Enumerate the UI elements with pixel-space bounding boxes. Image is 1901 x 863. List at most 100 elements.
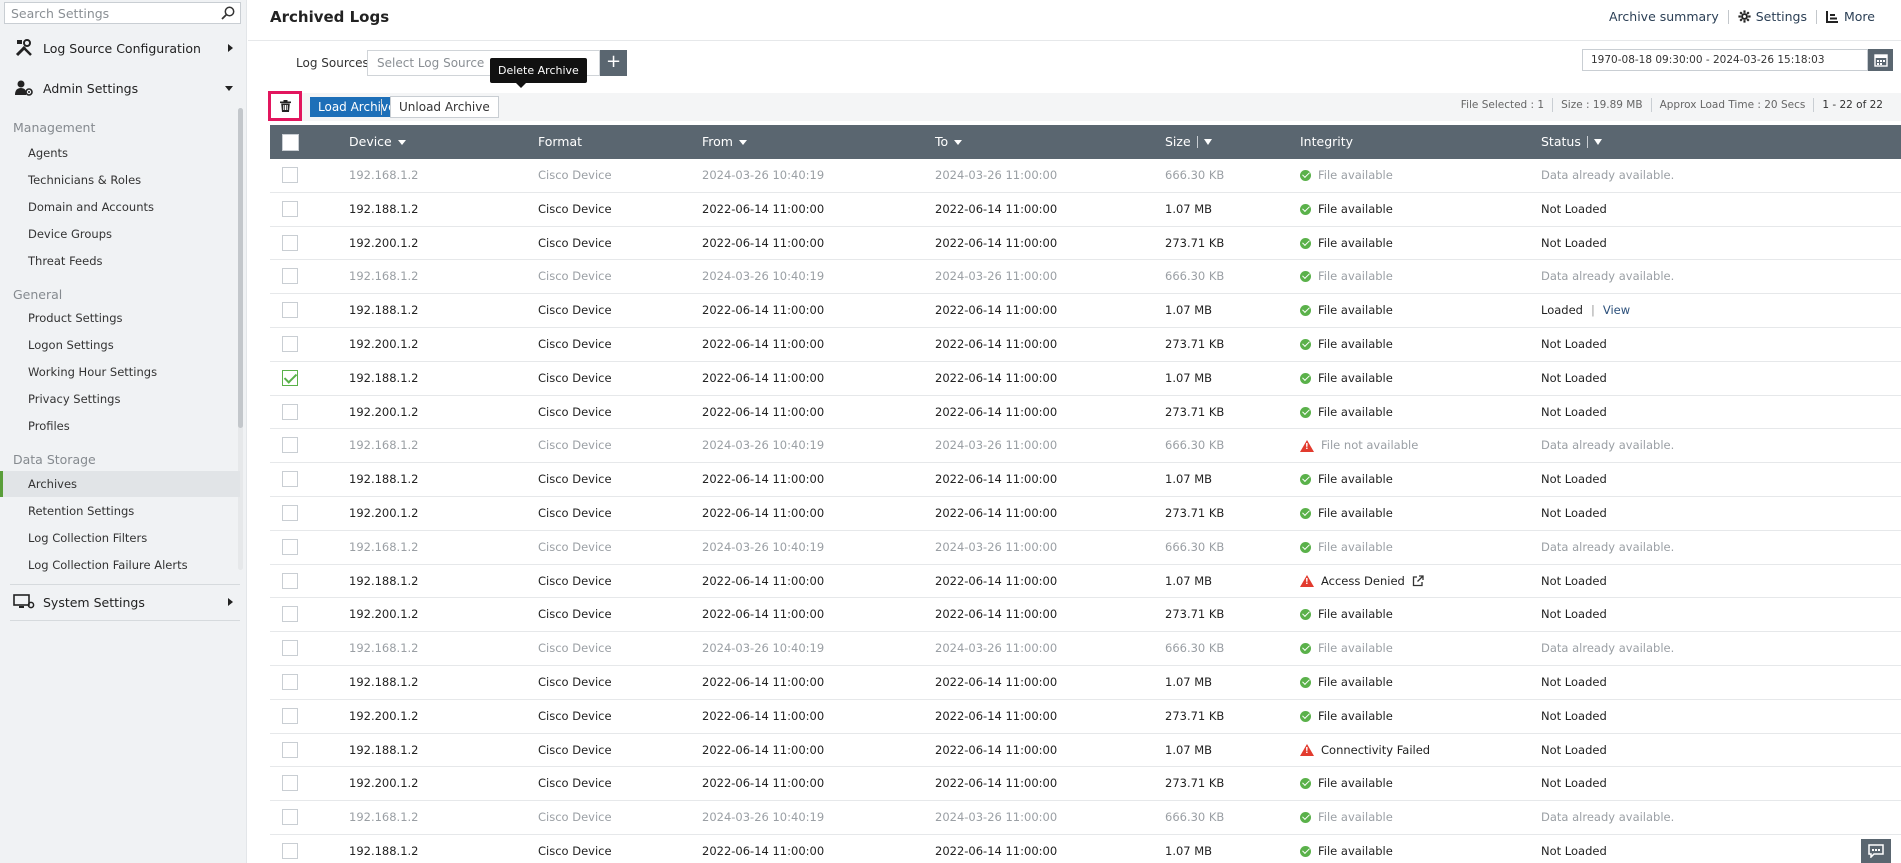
cell-format: Cisco Device bbox=[538, 438, 612, 453]
sidebar-item-log-collection-filters[interactable]: Log Collection Filters bbox=[0, 525, 240, 551]
table-row[interactable]: 192.188.1.2 Cisco Device 2022-06-14 11:00:… bbox=[270, 362, 1901, 396]
row-checkbox[interactable] bbox=[282, 842, 298, 859]
row-checkbox[interactable] bbox=[282, 538, 298, 555]
check-circle-icon bbox=[1300, 778, 1311, 790]
row-checkbox[interactable] bbox=[282, 673, 298, 690]
sidebar-item-working-hour-settings[interactable]: Working Hour Settings bbox=[0, 359, 240, 385]
table-row[interactable]: 192.200.1.2 Cisco Device 2022-06-14 11:00:… bbox=[270, 767, 1901, 802]
table-row[interactable]: 192.200.1.2 Cisco Device 2022-06-14 11:00:… bbox=[270, 227, 1901, 261]
row-checkbox[interactable] bbox=[282, 437, 298, 454]
sidebar-item-technicians-roles[interactable]: Technicians & Roles bbox=[0, 167, 240, 193]
sidebar-item-archives[interactable]: Archives bbox=[0, 471, 240, 497]
delete-archive-button[interactable] bbox=[268, 91, 302, 121]
system-settings-menu[interactable]: System Settings bbox=[0, 587, 247, 617]
table-row[interactable]: 192.188.1.2 Cisco Device 2022-06-14 11:00:… bbox=[270, 294, 1901, 328]
column-header-size[interactable]: Size bbox=[1165, 125, 1212, 159]
table-row[interactable]: 192.188.1.2 Cisco Device 2022-06-14 11:00:… bbox=[270, 835, 1901, 863]
more-menu[interactable]: More bbox=[1826, 9, 1875, 24]
row-checkbox[interactable] bbox=[282, 606, 298, 623]
cell-status: Data already available. bbox=[1541, 159, 1674, 192]
filter-icon[interactable] bbox=[1593, 139, 1602, 145]
sidebar-item-agents[interactable]: Agents bbox=[0, 140, 240, 166]
table-row[interactable]: 192.168.1.2 Cisco Device 2024-03-26 10:40:… bbox=[270, 260, 1901, 295]
table-row[interactable]: 192.188.1.2 Cisco Device 2022-06-14 11:00:… bbox=[270, 734, 1901, 768]
table-row[interactable]: 192.200.1.2 Cisco Device 2022-06-14 11:00:… bbox=[270, 497, 1901, 531]
archive-summary-link[interactable]: Archive summary bbox=[1609, 9, 1719, 24]
table-row[interactable]: 192.188.1.2 Cisco Device 2022-06-14 11:00:… bbox=[270, 565, 1901, 599]
add-log-source-button[interactable]: + bbox=[600, 50, 627, 76]
cell-status: Data already available. bbox=[1541, 801, 1674, 834]
row-checkbox[interactable] bbox=[282, 403, 298, 420]
row-checkbox[interactable] bbox=[282, 234, 298, 251]
external-link-icon[interactable] bbox=[1412, 575, 1424, 587]
cell-status: Not Loaded bbox=[1541, 767, 1607, 800]
sidebar-item-domain-accounts[interactable]: Domain and Accounts bbox=[0, 194, 240, 220]
cell-format: Cisco Device bbox=[538, 505, 612, 520]
sidebar-item-profiles[interactable]: Profiles bbox=[0, 413, 240, 439]
table-row[interactable]: 192.200.1.2 Cisco Device 2022-06-14 11:00:… bbox=[270, 328, 1901, 362]
cell-integrity: File available bbox=[1300, 328, 1393, 361]
status-text: Not Loaded bbox=[1541, 843, 1607, 858]
table-row[interactable]: 192.168.1.2 Cisco Device 2024-03-26 10:40:… bbox=[270, 429, 1901, 464]
column-header-status[interactable]: Status bbox=[1541, 125, 1602, 159]
row-checkbox[interactable] bbox=[282, 640, 298, 657]
sidebar-item-privacy-settings[interactable]: Privacy Settings bbox=[0, 386, 240, 412]
row-checkbox[interactable] bbox=[282, 471, 298, 488]
table-row[interactable]: 192.200.1.2 Cisco Device 2022-06-14 11:00:… bbox=[270, 598, 1901, 633]
sidebar-item-product-settings[interactable]: Product Settings bbox=[0, 305, 240, 331]
row-checkbox[interactable] bbox=[282, 200, 298, 217]
sidebar-item-device-groups[interactable]: Device Groups bbox=[0, 221, 240, 247]
settings-search-input[interactable] bbox=[5, 3, 215, 23]
table-row[interactable]: 192.200.1.2 Cisco Device 2022-06-14 11:00:… bbox=[270, 700, 1901, 734]
row-checkbox[interactable] bbox=[282, 302, 298, 319]
cell-device: 192.188.1.2 bbox=[349, 674, 419, 689]
row-checkbox[interactable] bbox=[282, 572, 298, 589]
settings-link[interactable]: Settings bbox=[1738, 9, 1807, 24]
table-row[interactable]: 192.168.1.2 Cisco Device 2024-03-26 10:40:… bbox=[270, 801, 1901, 835]
row-checkbox[interactable] bbox=[282, 504, 298, 521]
column-header-from[interactable]: From bbox=[702, 125, 747, 159]
row-checkbox[interactable] bbox=[282, 369, 298, 386]
column-to-label: To bbox=[935, 134, 949, 149]
search-icon[interactable] bbox=[220, 5, 236, 21]
cell-from: 2022-06-14 11:00:00 bbox=[702, 235, 825, 250]
cell-status: Not Loaded bbox=[1541, 734, 1607, 767]
table-row[interactable]: 192.188.1.2 Cisco Device 2022-06-14 11:00:… bbox=[270, 463, 1901, 497]
cell-format: Cisco Device bbox=[538, 843, 612, 858]
sidebar-item-log-collection-failure-alerts[interactable]: Log Collection Failure Alerts bbox=[0, 552, 240, 578]
filter-icon[interactable] bbox=[1203, 139, 1212, 145]
column-header-device[interactable]: Device bbox=[349, 125, 406, 159]
unload-archive-button[interactable]: Unload Archive bbox=[390, 96, 499, 118]
chat-button[interactable] bbox=[1861, 839, 1891, 863]
cell-device: 192.188.1.2 bbox=[349, 201, 419, 216]
sidebar-item-threat-feeds[interactable]: Threat Feeds bbox=[0, 248, 240, 274]
row-checkbox[interactable] bbox=[282, 167, 298, 183]
table-row[interactable]: 192.168.1.2 Cisco Device 2024-03-26 10:40:… bbox=[270, 159, 1901, 193]
row-checkbox[interactable] bbox=[282, 741, 298, 758]
row-checkbox[interactable] bbox=[282, 707, 298, 724]
table-row[interactable]: 192.188.1.2 Cisco Device 2022-06-14 11:00:… bbox=[270, 193, 1901, 227]
cell-to: 2022-06-14 11:00:00 bbox=[935, 336, 1058, 351]
row-checkbox[interactable] bbox=[282, 775, 298, 792]
log-source-configuration-menu[interactable]: Log Source Configuration bbox=[0, 33, 247, 63]
table-row[interactable]: 192.168.1.2 Cisco Device 2024-03-26 10:40:… bbox=[270, 632, 1901, 666]
sidebar-item-logon-settings[interactable]: Logon Settings bbox=[0, 332, 240, 358]
column-header-to[interactable]: To bbox=[935, 125, 963, 159]
calendar-button[interactable] bbox=[1868, 49, 1893, 71]
row-checkbox[interactable] bbox=[282, 268, 298, 285]
view-link[interactable]: View bbox=[1603, 303, 1630, 317]
table-row[interactable]: 192.188.1.2 Cisco Device 2022-06-14 11:00:… bbox=[270, 666, 1901, 700]
admin-settings-menu[interactable]: Admin Settings bbox=[0, 73, 247, 103]
date-range-input[interactable]: 1970-08-18 09:30:00 - 2024-03-26 15:18:0… bbox=[1582, 49, 1868, 71]
select-all-checkbox[interactable] bbox=[282, 134, 299, 151]
cell-to: 2024-03-26 11:00:00 bbox=[935, 810, 1058, 825]
table-row[interactable]: 192.200.1.2 Cisco Device 2022-06-14 11:00:… bbox=[270, 396, 1901, 430]
cell-from: 2022-06-14 11:00:00 bbox=[702, 472, 825, 487]
cell-device: 192.188.1.2 bbox=[349, 573, 419, 588]
sidebar-item-retention-settings[interactable]: Retention Settings bbox=[0, 498, 240, 524]
row-checkbox[interactable] bbox=[282, 335, 298, 352]
cell-size: 1.07 MB bbox=[1165, 303, 1213, 318]
row-checkbox[interactable] bbox=[282, 809, 298, 826]
table-row[interactable]: 192.168.1.2 Cisco Device 2024-03-26 10:40:… bbox=[270, 531, 1901, 565]
integrity-text: File available bbox=[1318, 303, 1393, 318]
